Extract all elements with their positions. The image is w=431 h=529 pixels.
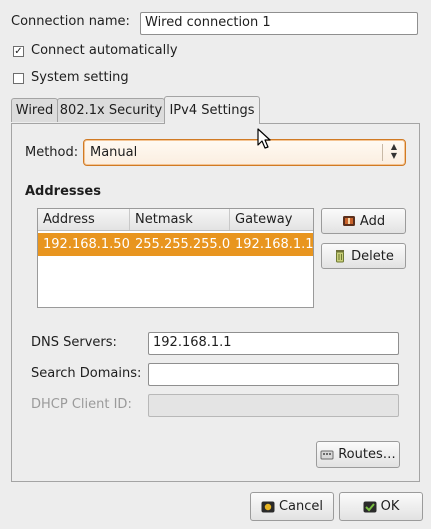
connect-automatically-label: Connect automatically bbox=[31, 43, 178, 58]
addresses-heading: Addresses bbox=[25, 184, 101, 199]
connection-name-label: Connection name: bbox=[11, 14, 130, 29]
system-setting-checkbox[interactable] bbox=[13, 73, 24, 84]
dhcp-client-id-input bbox=[148, 394, 399, 417]
table-header: Address Netmask Gateway bbox=[38, 209, 313, 231]
column-header-gateway[interactable]: Gateway bbox=[230, 209, 313, 230]
tab-8021x-security[interactable]: 802.1x Security bbox=[57, 98, 165, 122]
delete-button[interactable]: Delete bbox=[321, 243, 406, 269]
cell-address: 192.168.1.50 bbox=[43, 237, 130, 252]
connection-name-input[interactable]: Wired connection 1 bbox=[140, 12, 418, 35]
cell-netmask: 255.255.255.0 bbox=[135, 237, 230, 252]
method-select[interactable]: Manual ▲ ▼ bbox=[83, 139, 406, 166]
tab-wired[interactable]: Wired bbox=[11, 98, 58, 122]
system-setting-label: System setting bbox=[31, 70, 129, 85]
method-label: Method: bbox=[25, 145, 79, 160]
dhcp-client-id-label: DHCP Client ID: bbox=[31, 397, 132, 412]
cancel-icon bbox=[261, 501, 275, 512]
addresses-table[interactable]: Address Netmask Gateway 192.168.1.50 255… bbox=[37, 208, 314, 308]
cancel-button[interactable]: Cancel bbox=[250, 492, 334, 521]
ok-button[interactable]: OK bbox=[339, 492, 423, 521]
routes-button-label: Routes… bbox=[338, 447, 396, 462]
ok-button-label: OK bbox=[380, 499, 400, 514]
routes-button[interactable]: Routes… bbox=[316, 441, 400, 468]
delete-button-label: Delete bbox=[351, 248, 394, 264]
ok-icon bbox=[363, 501, 377, 512]
search-domains-input[interactable] bbox=[148, 363, 399, 386]
method-value: Manual bbox=[90, 145, 138, 160]
mouse-pointer-icon bbox=[257, 128, 271, 149]
add-button[interactable]: Add bbox=[321, 208, 406, 234]
cell-gateway: 192.168.1.1 bbox=[235, 237, 314, 252]
dns-servers-label: DNS Servers: bbox=[31, 335, 117, 350]
dns-servers-input[interactable]: 192.168.1.1 bbox=[148, 332, 399, 355]
tab-ipv4-settings[interactable]: IPv4 Settings bbox=[164, 96, 260, 124]
column-header-address[interactable]: Address bbox=[38, 209, 130, 230]
table-row[interactable]: 192.168.1.50 255.255.255.0 192.168.1.1 bbox=[38, 233, 313, 256]
add-button-label: Add bbox=[359, 213, 386, 229]
cancel-button-label: Cancel bbox=[278, 499, 324, 514]
search-domains-label: Search Domains: bbox=[31, 366, 142, 381]
column-header-netmask[interactable]: Netmask bbox=[130, 209, 230, 230]
combo-separator bbox=[382, 144, 383, 161]
add-icon bbox=[342, 216, 355, 226]
trash-icon bbox=[336, 250, 345, 263]
chevron-up-down-icon: ▲ ▼ bbox=[390, 142, 398, 160]
routes-icon bbox=[320, 450, 334, 459]
connect-automatically-checkbox[interactable]: ✓ bbox=[13, 46, 24, 57]
